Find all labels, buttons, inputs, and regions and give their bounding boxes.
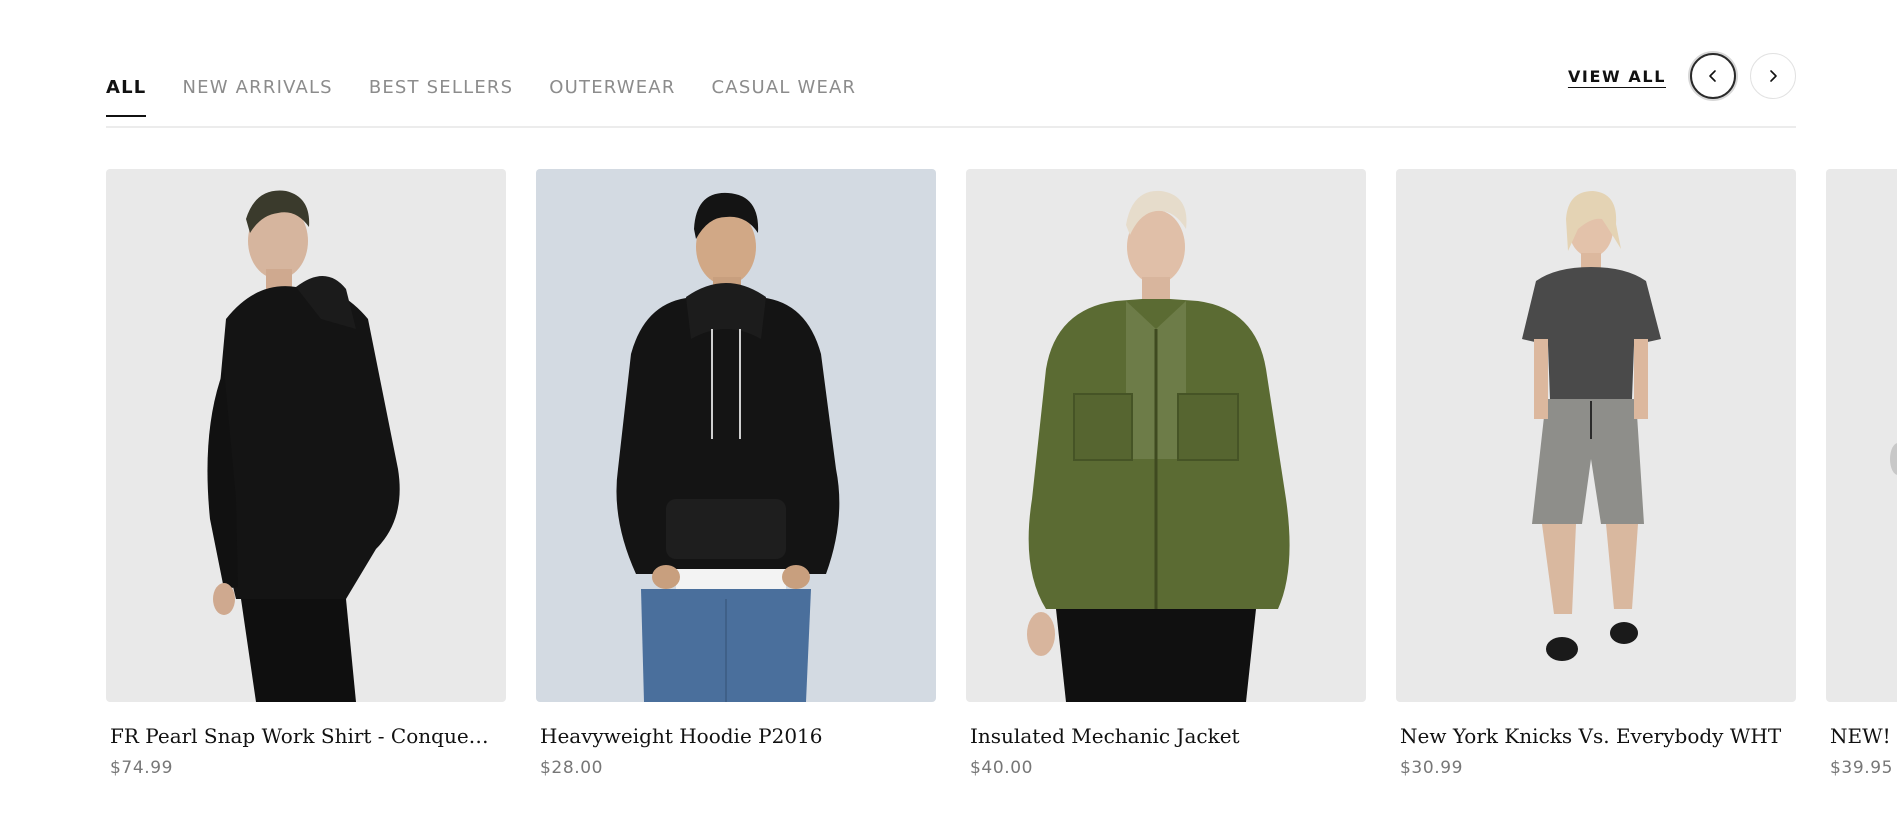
product-image[interactable] <box>536 169 936 702</box>
chevron-left-icon <box>1709 70 1716 82</box>
model-photo <box>966 169 1366 702</box>
category-tabs: ALL NEW ARRIVALS BEST SELLERS OUTERWEAR … <box>106 77 856 117</box>
product-image[interactable] <box>1396 169 1796 702</box>
product-price: $39.95 <box>1830 758 1894 778</box>
product-price: $74.99 <box>110 758 174 778</box>
tab-best-sellers[interactable]: BEST SELLERS <box>369 77 513 117</box>
tab-casual-wear[interactable]: CASUAL WEAR <box>712 77 857 117</box>
product-image[interactable] <box>106 169 506 702</box>
tab-new-arrivals[interactable]: NEW ARRIVALS <box>182 77 332 117</box>
product-title[interactable]: New York Knicks Vs. Everybody WHT <box>1396 724 1788 748</box>
product-card[interactable]: Heavyweight Hoodie P2016 $28.00 <box>536 169 936 778</box>
model-photo <box>1826 169 1897 702</box>
product-title[interactable]: Heavyweight Hoodie P2016 <box>536 724 928 748</box>
tab-outerwear[interactable]: OUTERWEAR <box>549 77 675 117</box>
chevron-right-icon <box>1770 70 1777 82</box>
carousel-next-button[interactable] <box>1750 53 1796 99</box>
product-title[interactable]: NEW! M <box>1826 724 1897 748</box>
product-grid: FR Pearl Snap Work Shirt - Conquero... $… <box>106 169 1897 789</box>
model-photo <box>536 169 936 702</box>
product-price: $40.00 <box>970 758 1034 778</box>
product-title[interactable]: Insulated Mechanic Jacket <box>966 724 1358 748</box>
product-card[interactable]: New York Knicks Vs. Everybody WHT $30.99 <box>1396 169 1796 778</box>
view-all-link[interactable]: VIEW ALL <box>1568 67 1666 86</box>
product-card[interactable]: FR Pearl Snap Work Shirt - Conquero... $… <box>106 169 506 778</box>
product-title[interactable]: FR Pearl Snap Work Shirt - Conquero... <box>106 724 498 748</box>
product-image[interactable] <box>1826 169 1897 702</box>
model-photo <box>106 169 506 702</box>
model-photo <box>1396 169 1796 702</box>
product-card[interactable]: Insulated Mechanic Jacket $40.00 <box>966 169 1366 778</box>
product-price: $28.00 <box>540 758 604 778</box>
product-carousel-section: ALL NEW ARRIVALS BEST SELLERS OUTERWEAR … <box>0 0 1897 830</box>
tab-all[interactable]: ALL <box>106 77 147 117</box>
carousel-prev-button[interactable] <box>1690 53 1736 99</box>
product-image[interactable] <box>966 169 1366 702</box>
product-price: $30.99 <box>1400 758 1464 778</box>
collection-toolbar: ALL NEW ARRIVALS BEST SELLERS OUTERWEAR … <box>106 40 1796 128</box>
product-card[interactable]: NEW! M $39.95 <box>1826 169 1897 778</box>
